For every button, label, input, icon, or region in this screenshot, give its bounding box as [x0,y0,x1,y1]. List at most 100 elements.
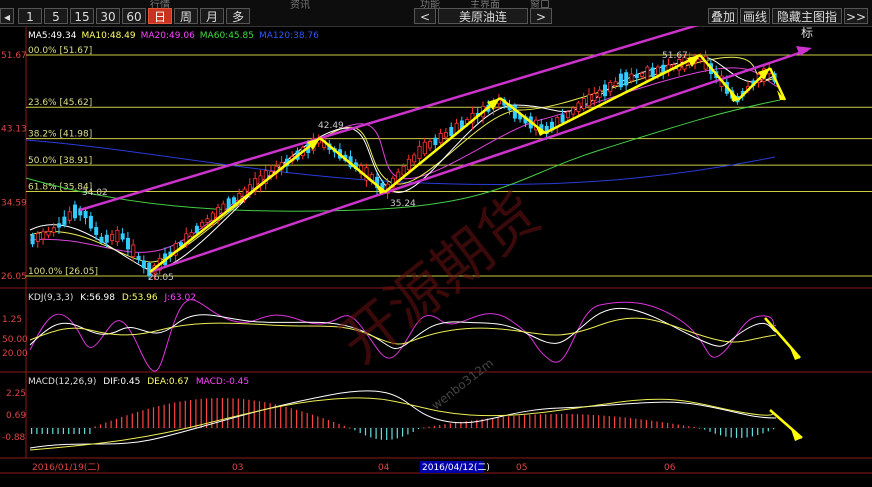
macd-bar [444,424,446,428]
macd-bar [698,427,700,429]
macd-bar [174,402,176,428]
candle-body [608,82,613,93]
candle-body [200,221,205,228]
macd-bar [364,428,367,436]
macd-bar [629,418,632,428]
candle-body [592,93,597,101]
axis-cursor-date: 2016/04/12(二) [422,463,490,473]
macd-bar [359,428,361,434]
period-more-button[interactable]: 多 [226,8,250,24]
macd-bar [184,400,186,428]
ma-legend-item-1: MA10:48.49 [81,31,135,41]
macd-bar [232,398,234,428]
period-week-button[interactable]: 周 [174,8,198,24]
chart-area[interactable]: 00.0% [51.67] 23.6% [45.62] 38.2% [41.98] 5… [0,14,872,483]
ma-legend-item-2: MA20:49.06 [141,31,195,41]
candle-body [62,216,67,225]
macd-bar [190,399,192,428]
candle-body [565,111,570,119]
candle-body [136,255,141,260]
macd-bar [386,428,388,440]
macd-bar [354,428,356,431]
price-axis-label-0: 51.67 [1,51,27,61]
macd-bar [126,415,128,428]
candle-body [443,132,448,138]
macd-bar [439,425,441,428]
macd-bar [349,427,351,429]
menu-news[interactable]: 资讯 [290,0,310,11]
macd-bar [608,416,610,428]
more-button[interactable]: >> [844,8,868,24]
macd-bar [370,428,372,438]
macd-bar [285,406,287,428]
candle-body [237,192,242,201]
macd-bar [89,428,91,434]
macd-bar [423,427,425,429]
overlay-button[interactable]: 叠加 [708,8,738,24]
macd-legend: MACD(12,26,9) DIF:0.45 DEA:0.67 MACD:-0.… [28,377,249,387]
hide-indicators-button[interactable]: 隐藏主图指标 [772,8,842,40]
period-5m-button[interactable]: 5 [44,8,68,24]
price-axis: 51.67 43.13 34.59 26.05 [1,51,27,282]
price-label-2: 42.49 [318,121,344,131]
period-day-button[interactable]: 日 [148,8,172,24]
ma10-line [29,56,776,263]
macd-bar [396,428,398,439]
period-month-button[interactable]: 月 [200,8,224,24]
candle-body [210,212,215,221]
macd-bar [258,401,261,428]
macd-bar [73,428,75,434]
macd-bar [121,416,123,428]
candle-body [581,98,586,110]
ma-legend-item-3: MA60:45.85 [200,31,254,41]
macd-bar [598,415,600,428]
candle-body [67,211,72,221]
candle-body [640,72,645,77]
macd-bar [651,420,653,428]
macd-bar [688,426,690,428]
macd-bar [68,428,70,434]
macd-bar [566,414,568,428]
ma-legend-item-4: MA120:38.76 [259,31,319,41]
period-60m-button[interactable]: 60 [122,8,146,24]
candle-body [88,215,93,229]
macd-bar [518,415,520,428]
draw-line-button[interactable]: 画线 [740,8,770,24]
macd-bar [449,423,451,428]
macd-bar [672,423,674,428]
macd-bar [635,418,637,428]
macd-bar [338,423,340,428]
next-instrument-button[interactable]: > [530,8,552,24]
period-30m-button[interactable]: 30 [96,8,120,24]
period-15m-button[interactable]: 15 [70,8,94,24]
macd-bar [576,414,579,428]
kdj-axis: 1.25 50.00 20.00 [2,315,28,359]
macd-bar [142,410,144,428]
macd-bar [534,414,536,428]
fib-label-2: 38.2% [41.98] [28,130,92,140]
macd-bar [115,418,117,428]
scroll-left-button[interactable]: ◂ [0,8,14,24]
axis-start-date: 2016/01/19(二) [32,463,100,473]
prev-instrument-button[interactable]: < [414,8,436,24]
macd-bar [523,415,526,428]
candle-body [634,74,639,79]
ma5-line [29,56,776,271]
macd-bar [539,414,541,428]
candle-body [618,73,623,88]
instrument-name[interactable]: 美原油连 [438,8,528,24]
kline-chart[interactable]: 00.0% [51.67]23.6% [45.62]38.2% [41.98]5… [0,14,872,483]
candle-body [104,234,109,243]
macd-bar [767,428,769,432]
ma60-line [25,99,781,212]
candle-body [51,227,56,233]
macd-bar [725,428,727,437]
ma-legend-item-0: MA5:49.34 [28,31,77,41]
axis-month-05: 05 [516,463,527,473]
candle-body [417,145,422,159]
macd-bar [545,414,547,428]
period-1m-button[interactable]: 1 [18,8,42,24]
macd-bar [433,425,435,428]
macd-bar [682,425,685,428]
macd-bar [200,398,202,428]
